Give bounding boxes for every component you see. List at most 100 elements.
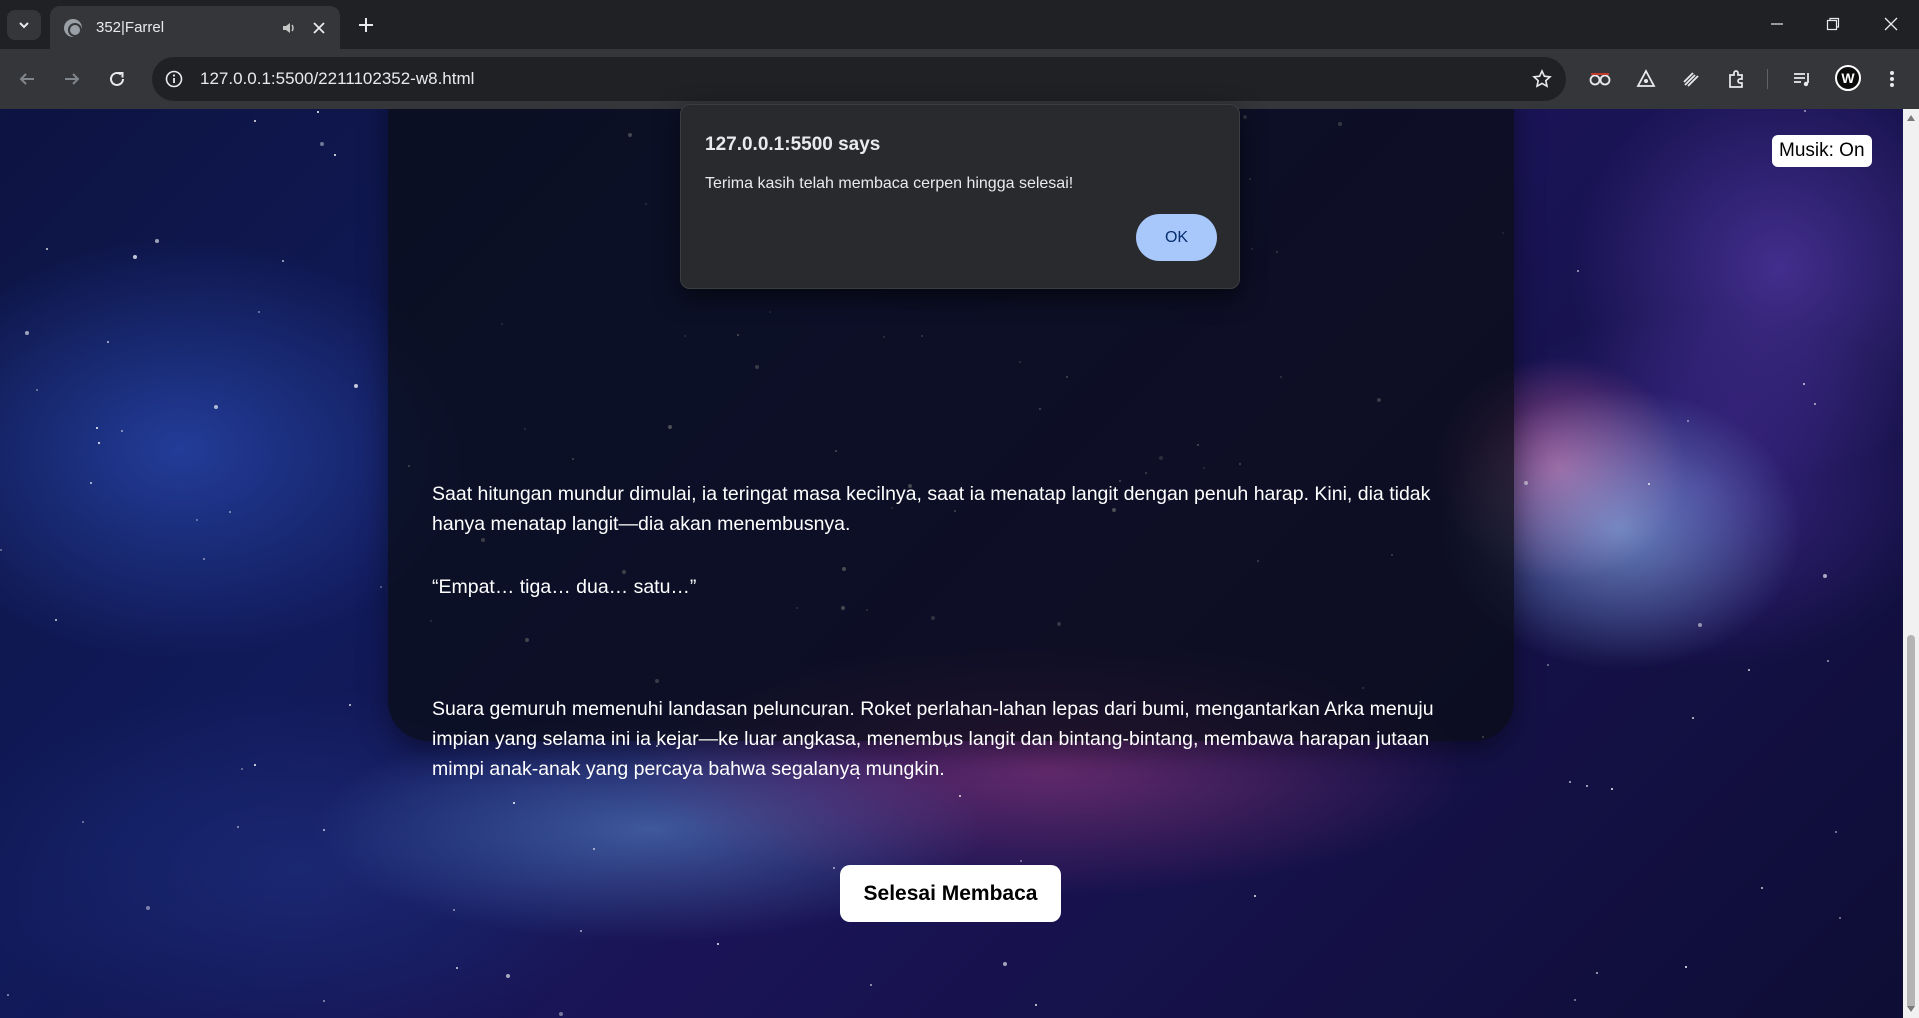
profile-avatar[interactable]: W: [1835, 65, 1861, 91]
story-paragraph: “Empat… tiga… dua… satu…”: [432, 576, 697, 598]
star-dot: [203, 558, 205, 560]
star-dot: [146, 906, 150, 910]
star-dot: [334, 154, 336, 156]
dialog-message: Terima kasih telah membaca cerpen hingga…: [705, 175, 1074, 192]
star-dot: [1814, 403, 1816, 405]
star-dot: [349, 704, 351, 706]
star-dot: [1648, 483, 1650, 485]
alert-dialog: 127.0.0.1:5500 says Terima kasih telah m…: [680, 104, 1240, 289]
star-dot: [229, 511, 231, 513]
restore-icon: [1826, 17, 1840, 31]
star-dot: [241, 768, 243, 770]
scrollbar-thumb[interactable]: [1907, 635, 1915, 1009]
forward-button[interactable]: [56, 63, 88, 95]
star-dot: [959, 795, 961, 797]
speaker-icon[interactable]: [278, 17, 300, 39]
star-dot: [214, 405, 218, 409]
star-dot: [237, 826, 239, 828]
extensions-puzzle-icon[interactable]: [1720, 63, 1752, 95]
star-dot: [580, 930, 582, 932]
star-dot: [46, 248, 48, 250]
star-dot: [323, 1000, 325, 1002]
star-dot: [1804, 110, 1806, 112]
chevron-down-icon: [19, 22, 29, 29]
star-dot: [1003, 962, 1007, 966]
star-dot: [1803, 383, 1805, 385]
star-dot: [1596, 972, 1598, 974]
scroll-down-arrow-icon[interactable]: [1907, 1006, 1915, 1012]
dialog-title: 127.0.0.1:5500 says: [705, 134, 881, 155]
star-dot: [1835, 831, 1837, 833]
star-dot: [1698, 623, 1702, 627]
back-button[interactable]: [11, 63, 43, 95]
minimize-icon: [1771, 23, 1783, 25]
star-dot: [90, 482, 92, 484]
extension-glasses-icon[interactable]: [1584, 63, 1616, 95]
star-dot: [1839, 917, 1841, 919]
star-dot: [317, 111, 319, 113]
star-dot: [7, 994, 9, 996]
plus-icon: [359, 18, 373, 32]
star-dot: [354, 384, 358, 388]
arrow-left-icon: [19, 73, 34, 85]
reload-button[interactable]: [101, 63, 133, 95]
url-text[interactable]: 127.0.0.1:5500/2211102352-w8.html: [200, 69, 1526, 89]
star-dot: [593, 848, 595, 850]
address-bar[interactable]: 127.0.0.1:5500/2211102352-w8.html: [152, 57, 1566, 101]
star-dot: [36, 389, 38, 391]
dialog-ok-button[interactable]: OK: [1136, 214, 1217, 261]
new-tab-button[interactable]: [352, 11, 380, 39]
star-dot: [1827, 660, 1829, 662]
star-dot: [559, 1012, 563, 1016]
star-dot: [55, 619, 57, 621]
star-dot: [833, 867, 835, 869]
star-dot: [96, 427, 98, 429]
finish-reading-button[interactable]: Selesai Membaca: [840, 865, 1061, 922]
music-toggle-button[interactable]: Musik: On: [1772, 135, 1872, 167]
star-dot: [1254, 895, 1256, 897]
star-dot: [155, 239, 159, 243]
scroll-up-arrow-icon[interactable]: [1907, 115, 1915, 121]
globe-icon: [64, 18, 82, 37]
close-tab-icon[interactable]: [308, 17, 330, 39]
arrow-right-icon: [65, 73, 80, 85]
browser-tab[interactable]: 352|Farrel: [50, 6, 340, 49]
star-dot: [1611, 788, 1613, 790]
star-dot: [456, 967, 458, 969]
star-dot: [254, 120, 256, 122]
star-dot: [1569, 781, 1571, 783]
bookmark-star-icon[interactable]: [1526, 63, 1558, 95]
star-dot: [1574, 999, 1576, 1001]
star-dot: [1761, 887, 1763, 889]
media-control-icon[interactable]: [1786, 63, 1818, 95]
star-dot: [1547, 664, 1549, 666]
star-dot: [282, 260, 284, 262]
close-window-button[interactable]: [1868, 6, 1914, 42]
star-dot: [196, 519, 198, 521]
star-dot: [1035, 1004, 1037, 1006]
extension-triangle-icon[interactable]: [1630, 63, 1662, 95]
toolbar-separator: [1767, 69, 1768, 89]
site-info-icon[interactable]: [158, 63, 190, 95]
star-dot: [0, 549, 2, 551]
star-dot: [506, 974, 510, 978]
extension-brush-icon[interactable]: [1675, 63, 1707, 95]
tab-search-button[interactable]: [7, 10, 41, 40]
star-dot: [1685, 966, 1687, 968]
page-scrollbar[interactable]: [1903, 109, 1919, 1018]
star-dot: [1020, 860, 1022, 862]
star-dot: [1823, 574, 1827, 578]
star-dot: [453, 909, 455, 911]
star-dot: [1577, 270, 1579, 272]
restore-button[interactable]: [1810, 6, 1856, 42]
minimize-button[interactable]: [1754, 6, 1800, 42]
star-dot: [1524, 481, 1528, 485]
star-dot: [98, 442, 100, 444]
browser-tab-bar: 352|Farrel: [0, 0, 1919, 49]
reload-icon: [110, 71, 124, 86]
more-menu-icon[interactable]: [1876, 63, 1908, 95]
star-dot: [513, 802, 515, 804]
star-dot: [133, 255, 137, 259]
star-dot: [258, 311, 260, 313]
star-dot: [254, 764, 256, 766]
